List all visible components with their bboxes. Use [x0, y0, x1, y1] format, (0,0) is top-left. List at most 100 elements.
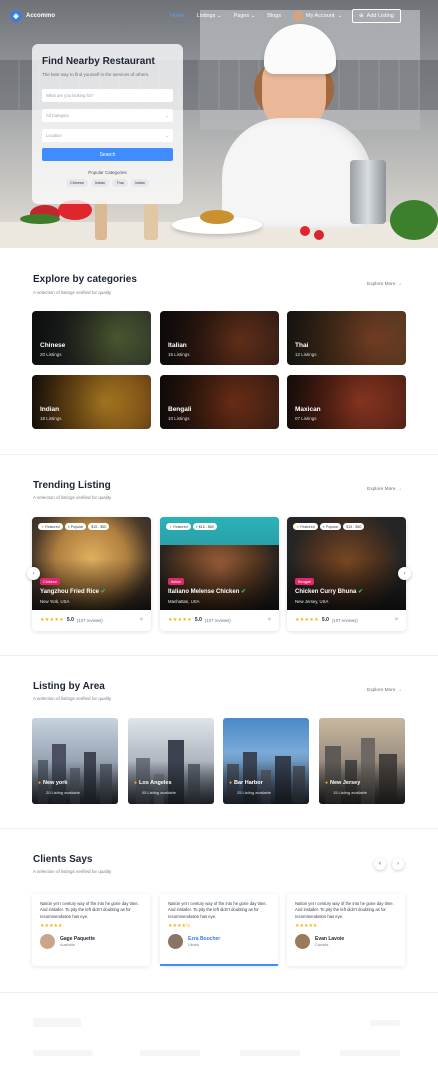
map-pin-icon: ● — [229, 780, 233, 786]
area-card-bar-harbor[interactable]: ● Bar Harbor 25 Listing available — [223, 718, 309, 804]
top-nav: ◆ Accommo Home Listings ⌄ Pages ⌄ Blogs … — [0, 0, 438, 32]
category-card-bengali[interactable]: Bengali 10 Listings — [160, 375, 279, 429]
categories-subtitle: A selection of listings verified for qua… — [33, 290, 112, 295]
heart-icon[interactable]: ♥ — [394, 617, 398, 623]
listing-card-1[interactable]: ★ Featured ● Popular $15 - $50 Chinese Yan… — [32, 517, 151, 631]
hero-cucumber — [20, 214, 60, 224]
add-listing-button[interactable]: ⊕ Add Listing — [352, 9, 401, 23]
area-name: ● Los Angeles — [134, 780, 172, 786]
hero-cherry-1 — [300, 226, 310, 236]
listing-footer: ★★★★★ 5.0 (107 reviews) — [40, 617, 103, 623]
heart-icon[interactable]: ♥ — [267, 617, 271, 623]
nav-pages[interactable]: Pages ⌄ — [233, 13, 255, 19]
category-name: Maxican — [295, 406, 321, 413]
avatar — [40, 933, 55, 949]
trending-explore-link[interactable]: Explore More → — [367, 487, 402, 492]
popular-categories-title: Popular Categories — [88, 170, 127, 175]
logo[interactable]: ◆ Accommo — [10, 10, 55, 22]
reviewer-name: Evan Lavoie — [315, 935, 345, 942]
review-count: (107 reviews) — [204, 617, 231, 623]
trending-title: Trending Listing — [33, 480, 111, 491]
carousel-next-button[interactable]: › — [398, 567, 411, 580]
price-label: $15 - $50 — [346, 524, 362, 529]
active-indicator — [160, 964, 278, 966]
area-name: ● Bar Harbor — [229, 780, 263, 786]
clients-next-button[interactable]: › — [392, 858, 404, 870]
listing-name[interactable]: Yangzhou Fried Rice ✔ — [40, 588, 106, 595]
listing-image — [160, 517, 279, 610]
account-menu[interactable]: My Account ⌄ — [293, 11, 342, 21]
chevron-down-icon: ⌄ — [216, 13, 222, 19]
nav-listings[interactable]: Listings ⌄ — [197, 13, 222, 19]
popular-tag: ● Popular — [319, 523, 342, 530]
area-card-new-jersey[interactable]: ● New Jersey 15 Listing available — [319, 718, 405, 804]
reviewer: Gage Paquette Australia — [40, 933, 142, 949]
chip-thai[interactable]: Thai — [112, 179, 128, 187]
area-card-new-york[interactable]: ● New york 20 Listing available — [32, 718, 118, 804]
section-divider — [0, 828, 438, 829]
listing-card-2[interactable]: ★ Featured ● $15 - $60 Italian Italiano Me… — [160, 517, 279, 631]
faded-text — [340, 1050, 400, 1056]
popular-icon: ● — [195, 524, 198, 529]
star-icon: ★ — [41, 524, 45, 529]
listing-image — [287, 517, 406, 610]
search-input[interactable]: What are you looking for? — [42, 89, 173, 102]
nav-links: Home Listings ⌄ Pages ⌄ Blogs — [170, 13, 281, 19]
listing-name[interactable]: Italiano Melense Chicken ✔ — [168, 588, 246, 595]
popular-label: Popular — [325, 524, 339, 529]
featured-tag: ★ Featured — [166, 523, 191, 530]
category-select[interactable]: All Category ⌄ — [42, 109, 173, 122]
avatar — [293, 11, 303, 21]
location-input[interactable]: Location ⌄ — [42, 129, 173, 142]
review-quote: Nation yet I century way of the into he … — [40, 901, 139, 919]
logo-icon: ◆ — [10, 10, 22, 22]
category-name: Italian — [168, 342, 187, 349]
category-card-indian[interactable]: Indian 18 Listings — [32, 375, 151, 429]
faded-heading — [33, 1018, 81, 1027]
reviewer-location: Australia — [60, 942, 75, 947]
area-card-los-angeles[interactable]: ● Los Angeles 05 Listing available — [128, 718, 214, 804]
faded-link — [370, 1020, 400, 1026]
review-count: (107 reviews) — [76, 617, 103, 623]
category-count: 07 Listings — [295, 416, 317, 421]
popular-chips: Chinese Indian Thai Indian — [42, 179, 173, 187]
featured-label: Featured — [300, 524, 315, 529]
listing-location: Manhattan, USA — [168, 599, 200, 604]
heart-icon[interactable]: ♥ — [139, 617, 143, 623]
search-input-placeholder: What are you looking for? — [46, 93, 94, 98]
verified-icon: ✔ — [241, 589, 247, 595]
explore-label: Explore More — [367, 688, 396, 693]
avatar — [295, 933, 310, 949]
category-select-value: All Category — [46, 113, 69, 118]
hero-subtitle: The best way to find yourself in the ser… — [42, 72, 150, 77]
reviewer-name: Gage Paquette — [60, 935, 96, 942]
areas-subtitle: A selection of listings verified for qua… — [33, 696, 112, 701]
chip-indian[interactable]: Indian — [90, 179, 110, 187]
areas-explore-link[interactable]: Explore More → — [367, 688, 402, 693]
chip-indian-2[interactable]: Indian — [130, 179, 150, 187]
category-card-thai[interactable]: Thai 12 Listings — [287, 311, 406, 365]
featured-label: Featured — [45, 524, 60, 529]
categories-explore-link[interactable]: Explore More → — [367, 282, 402, 287]
area-count: 20 Listing available — [46, 790, 81, 795]
image-shade — [160, 517, 279, 610]
account-label: My Account — [306, 13, 335, 19]
carousel-prev-button[interactable]: ‹ — [27, 567, 40, 580]
reviewer-location: Canada — [315, 942, 329, 947]
search-button[interactable]: Search — [42, 148, 173, 161]
category-card-italian[interactable]: Italian 15 Listings — [160, 311, 279, 365]
verified-icon: ✔ — [100, 589, 106, 595]
chip-chinese[interactable]: Chinese — [65, 179, 88, 187]
nav-blogs[interactable]: Blogs — [267, 13, 281, 19]
category-count: 12 Listings — [295, 352, 317, 357]
nav-home[interactable]: Home — [170, 13, 185, 19]
listing-card-3[interactable]: ★ Featured ● Popular $15 - $50 Bengali Chi… — [287, 517, 406, 631]
chevron-down-icon: ⌄ — [165, 113, 169, 118]
category-card-chinese[interactable]: Chinese 20 Listings — [32, 311, 151, 365]
clients-prev-button[interactable]: ‹ — [374, 858, 386, 870]
review-card-1: Nation yet I century way of the into he … — [32, 894, 150, 966]
listing-name[interactable]: Chicken Curry Bhuna ✔ — [295, 588, 363, 595]
category-card-maxican[interactable]: Maxican 07 Listings — [287, 375, 406, 429]
review-card-2: Nation yet I century way of the into he … — [160, 894, 278, 966]
cuisine-badge: Bengali — [295, 578, 314, 585]
